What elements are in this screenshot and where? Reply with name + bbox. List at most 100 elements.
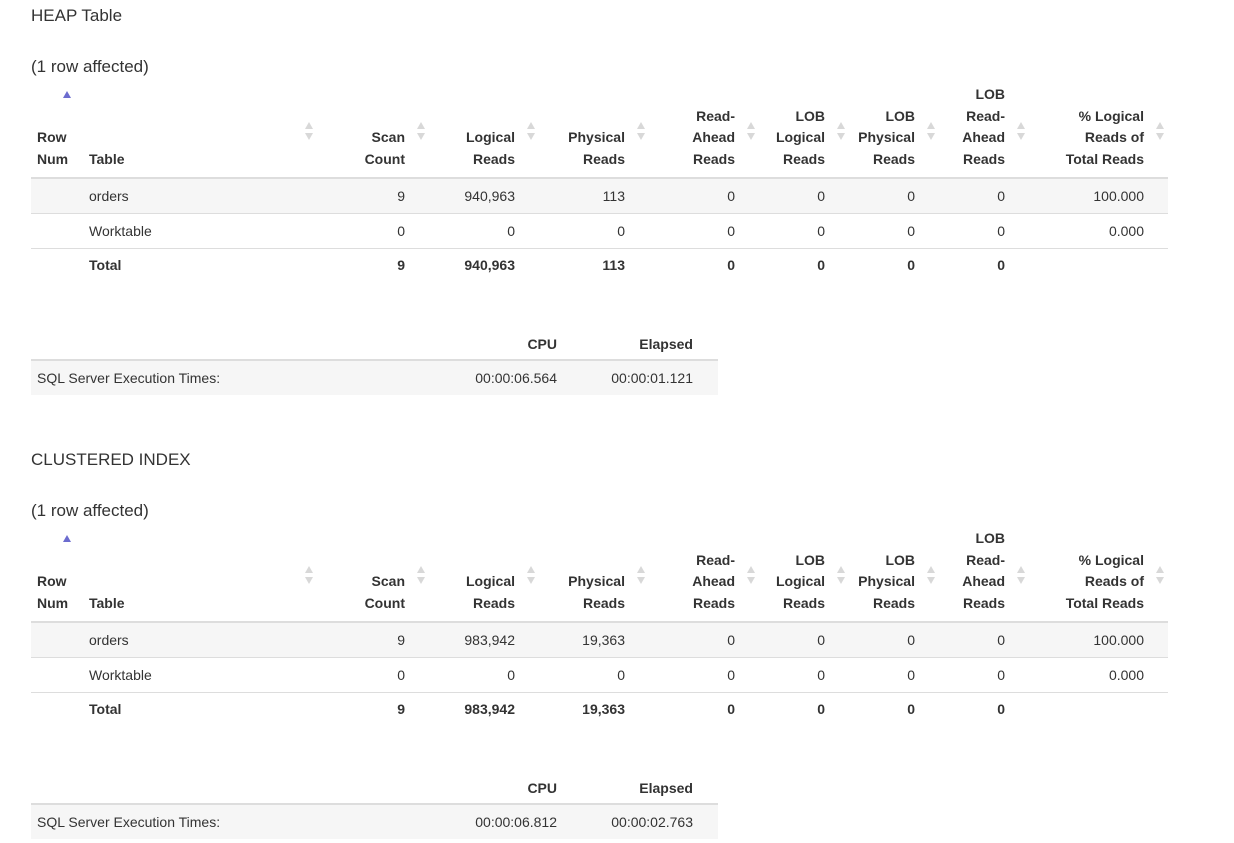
cell-logical-reads: 0 [429,657,539,693]
rows-affected-text: (1 row affected) [31,501,149,520]
column-header-physical-reads[interactable]: Physical Reads [539,528,649,623]
sort-icon[interactable] [527,565,535,585]
execution-times-label: SQL Server Execution Times: [31,360,445,395]
column-header-label: Table [89,150,125,167]
total-cell-lob-physical-reads: 0 [849,692,939,725]
io-statistics-table: Row Num Table Scan Count Logical Reads Physical… [31,84,1168,281]
total-cell-table: Total [83,248,317,281]
column-header-lob-logical-reads[interactable]: LOB Logical Reads [759,84,849,179]
sort-icon[interactable] [417,565,425,585]
total-cell-read-ahead-reads: 0 [649,248,759,281]
execution-times-label: SQL Server Execution Times: [31,804,445,839]
column-header-scan-count[interactable]: Scan Count [317,528,429,623]
sort-icon[interactable] [837,565,845,585]
total-cell-row-num [31,692,83,725]
sort-icon[interactable] [1156,565,1164,585]
cell-pct-logical-reads: 0.000 [1029,213,1168,249]
column-header-pct-logical-reads[interactable]: % Logical Reads of Total Reads [1029,84,1168,179]
sort-icon[interactable] [417,121,425,141]
sort-icon[interactable] [927,121,935,141]
column-header-row-num[interactable]: Row Num [31,528,83,623]
cell-read-ahead-reads: 0 [649,213,759,249]
column-header-label: LOB [795,107,825,124]
column-header-read-ahead-reads[interactable]: Read- Ahead Reads [649,84,759,179]
total-cell-read-ahead-reads: 0 [649,692,759,725]
cell-row-num [31,657,83,693]
cell-lob-logical-reads: 0 [759,178,849,214]
sort-icon[interactable] [927,565,935,585]
cell-lob-read-ahead-reads: 0 [939,178,1029,214]
table-row: Worktable 0 0 0 0 0 0 0 0.000 [31,657,1168,693]
column-header-label: Read- [696,551,735,568]
cell-lob-physical-reads: 0 [849,213,939,249]
column-header-label: Reads [582,150,625,167]
total-cell-lob-read-ahead-reads: 0 [939,692,1029,725]
cell-table: orders [83,178,317,214]
sort-icon[interactable] [305,565,313,585]
sort-icon[interactable] [637,121,645,141]
column-header-lob-read-ahead-reads[interactable]: LOB Read- Ahead Reads [939,528,1029,623]
column-header-label: % Logical [1078,107,1144,124]
sort-icon[interactable] [1017,565,1025,585]
column-header-label: Reads [472,594,515,611]
column-header-label: Table [89,594,125,611]
cell-lob-read-ahead-reads: 0 [939,622,1029,658]
column-header-label: Num [37,594,69,611]
column-header-table[interactable]: Table [83,84,317,179]
column-header-label: Reads [782,150,825,167]
column-header-row-num[interactable]: Row Num [31,84,83,179]
cell-table: orders [83,622,317,658]
column-header-lob-physical-reads[interactable]: LOB Physical Reads [849,528,939,623]
cell-lob-logical-reads: 0 [759,213,849,249]
column-header-scan-count[interactable]: Scan Count [317,84,429,179]
cell-row-num [31,213,83,249]
cell-scan-count: 9 [317,622,429,658]
column-header-logical-reads[interactable]: Logical Reads [429,84,539,179]
sort-ascending-icon[interactable] [63,534,71,554]
column-header-lob-logical-reads[interactable]: LOB Logical Reads [759,528,849,623]
total-cell-lob-read-ahead-reads: 0 [939,248,1029,281]
column-header-label: Reads [582,594,625,611]
cell-pct-logical-reads: 0.000 [1029,657,1168,693]
sort-icon[interactable] [527,121,535,141]
column-header-label: Physical [858,129,915,145]
column-header-label: Scan [371,573,405,589]
table-row: Worktable 0 0 0 0 0 0 0 0.000 [31,213,1168,249]
column-header-label: Logical [775,129,825,145]
column-header-label: Ahead [692,573,735,589]
execution-times-row: SQL Server Execution Times: 00:00:06.812 0… [31,804,718,839]
sort-icon[interactable] [747,565,755,585]
cell-lob-read-ahead-reads: 0 [939,657,1029,693]
column-header-label: Physical [858,573,915,589]
column-header-label: Count [364,594,405,611]
column-header-pct-logical-reads[interactable]: % Logical Reads of Total Reads [1029,528,1168,623]
column-header-label: Ahead [692,129,735,145]
sort-icon[interactable] [305,121,313,141]
sort-icon[interactable] [637,565,645,585]
column-header-label: Num [37,150,69,167]
column-header-lob-physical-reads[interactable]: LOB Physical Reads [849,84,939,179]
cell-pct-logical-reads: 100.000 [1029,622,1168,658]
column-header-label: Logical [465,129,515,145]
sort-icon[interactable] [1156,121,1164,141]
column-header-table[interactable]: Table [83,528,317,623]
total-row: Total 9 940,963 113 0 0 0 0 [31,248,1168,281]
column-header-label: Logical [465,573,515,589]
column-header-physical-reads[interactable]: Physical Reads [539,84,649,179]
column-header-read-ahead-reads[interactable]: Read- Ahead Reads [649,528,759,623]
header-row: CPU Elapsed [31,326,718,361]
sort-ascending-icon[interactable] [63,90,71,110]
execution-times-row: SQL Server Execution Times: 00:00:06.564 0… [31,360,718,395]
total-cell-row-num [31,248,83,281]
cell-table: Worktable [83,213,317,249]
sort-icon[interactable] [747,121,755,141]
io-statistics-table: Row Num Table Scan Count Logical Reads Physical… [31,528,1168,725]
column-header-logical-reads[interactable]: Logical Reads [429,528,539,623]
column-header-lob-read-ahead-reads[interactable]: LOB Read- Ahead Reads [939,84,1029,179]
sort-icon[interactable] [1017,121,1025,141]
column-header-label: LOB [975,86,1005,102]
section-title: HEAP Table [31,6,123,25]
table-row: orders 9 940,963 113 0 0 0 0 100.000 [31,178,1168,214]
sort-icon[interactable] [837,121,845,141]
column-header-label: Read- [696,107,735,124]
